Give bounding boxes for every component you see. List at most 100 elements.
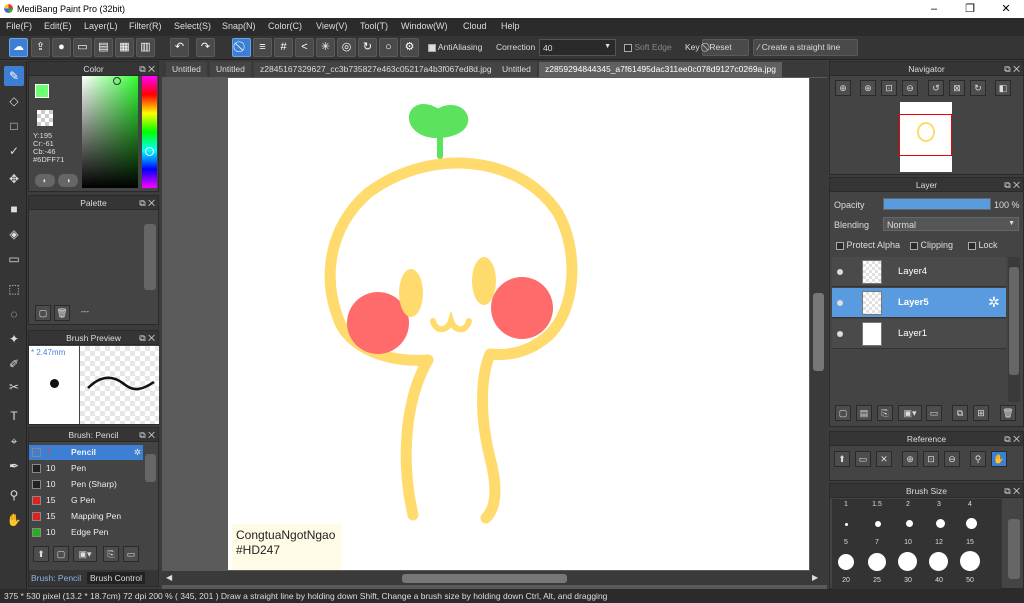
- merge-layer-icon[interactable]: ⊞: [973, 405, 989, 421]
- menu-snap[interactable]: Snap(N): [222, 21, 256, 31]
- eraser-tool-icon[interactable]: ◇: [4, 91, 24, 111]
- add-palette-icon[interactable]: ▢: [35, 305, 51, 321]
- flip-icon[interactable]: ◧: [995, 80, 1011, 96]
- brush-tool-icon[interactable]: ✎: [4, 66, 24, 86]
- straight-line-button[interactable]: ⁄ Create a straight line: [753, 39, 858, 56]
- brush-menu-icon[interactable]: ▣▾: [73, 546, 97, 562]
- chat-icon[interactable]: ▭: [73, 38, 92, 57]
- gradient-icon[interactable]: ▭: [4, 249, 24, 269]
- size-dot[interactable]: [898, 552, 917, 571]
- doc-tab[interactable]: z2845167329627_cc3b735827e463c05217a4b3f…: [254, 62, 498, 77]
- panel-controls-icon[interactable]: ⧉ ✕: [139, 196, 155, 210]
- brush-item-edge-pen[interactable]: 10 Edge Pen: [29, 525, 143, 537]
- drawing-canvas[interactable]: CongtuaNgotNgao #HD247: [228, 78, 809, 570]
- text-tool-icon[interactable]: T: [4, 406, 24, 426]
- reference-upload-icon[interactable]: ⬆: [834, 451, 850, 467]
- menu-file[interactable]: File(F): [6, 21, 32, 31]
- reference-zoom-in-icon[interactable]: ⊕: [902, 451, 918, 467]
- doc-tab[interactable]: Untitled: [496, 62, 537, 77]
- reset-button[interactable]: ⃠ Reset: [702, 39, 749, 56]
- menu-cloud[interactable]: Cloud: [463, 21, 487, 31]
- comment-icon[interactable]: ●: [52, 38, 71, 57]
- reference-zoom-out-icon[interactable]: ⊖: [944, 451, 960, 467]
- panel-controls-icon[interactable]: ⧉ ✕: [139, 62, 155, 76]
- transparent-color-icon[interactable]: [37, 110, 53, 126]
- color-mode-icon[interactable]: ◑: [58, 174, 78, 187]
- opacity-slider[interactable]: [883, 198, 991, 210]
- add-brush-icon[interactable]: ⬆: [33, 546, 49, 562]
- delete-palette-icon[interactable]: 🗑: [54, 305, 70, 321]
- vertical-scrollbar[interactable]: [810, 78, 827, 571]
- menu-view[interactable]: View(V): [316, 21, 347, 31]
- zoom-out-icon[interactable]: ⊖: [902, 80, 918, 96]
- layer-menu-icon[interactable]: ▣▾: [898, 405, 922, 421]
- gear-icon[interactable]: ✲: [134, 445, 141, 460]
- size-dot[interactable]: [868, 553, 886, 571]
- snap-radial-icon[interactable]: ✳: [316, 38, 335, 57]
- menu-layer[interactable]: Layer(L): [84, 21, 118, 31]
- doc-tab[interactable]: Untitled: [210, 62, 251, 77]
- panel-controls-icon[interactable]: ⧉ ✕: [139, 331, 155, 345]
- hue-slider[interactable]: [142, 76, 157, 188]
- pen-tool-icon[interactable]: ✒: [4, 456, 24, 476]
- size-dot[interactable]: [966, 518, 977, 529]
- brush-item-pen-sharp[interactable]: 10 Pen (Sharp): [29, 477, 143, 492]
- reset-rotate-icon[interactable]: ⊠: [949, 80, 965, 96]
- tab-brush-pencil[interactable]: Brush: Pencil: [31, 573, 81, 583]
- snap-parallel-icon[interactable]: ≡: [253, 38, 272, 57]
- antialiasing-checkbox[interactable]: [428, 43, 436, 52]
- fit-icon[interactable]: ⊡: [881, 80, 897, 96]
- magic-wand-icon[interactable]: ✦: [4, 329, 24, 349]
- new-brush-icon[interactable]: ▢: [53, 546, 69, 562]
- select-eraser-icon[interactable]: ✂: [4, 377, 24, 397]
- reference-hand-icon[interactable]: ✋: [991, 451, 1007, 467]
- new-layer-icon[interactable]: ▢: [835, 405, 851, 421]
- undo-icon[interactable]: ↶: [170, 38, 189, 57]
- brush-item-mapping-pen[interactable]: 15 Mapping Pen: [29, 509, 143, 524]
- panel-controls-icon[interactable]: ⧉ ✕: [1004, 178, 1020, 192]
- scroll-right-icon[interactable]: ▶: [812, 573, 818, 582]
- reference-close-icon[interactable]: ✕: [876, 451, 892, 467]
- eyedropper-icon[interactable]: ⚲: [4, 485, 24, 505]
- tab-brush-control[interactable]: Brush Control: [87, 572, 145, 584]
- rotate-left-icon[interactable]: ↺: [928, 80, 944, 96]
- maximize-button[interactable]: ❐: [952, 0, 988, 18]
- snap-settings-icon[interactable]: ⚙: [400, 38, 419, 57]
- layer-folder-icon[interactable]: ▭: [926, 405, 942, 421]
- panel-controls-icon[interactable]: ⧉ ✕: [1004, 432, 1020, 446]
- visibility-eye-icon[interactable]: [837, 269, 843, 275]
- cloud-icon[interactable]: ☁: [9, 38, 28, 57]
- scroll-left-icon[interactable]: ◀: [166, 573, 172, 582]
- new-halftone-layer-icon[interactable]: ▤: [856, 405, 872, 421]
- soft-edge-checkbox[interactable]: [624, 43, 632, 52]
- document-icon[interactable]: ▤: [94, 38, 113, 57]
- dot-tool-icon[interactable]: □: [4, 116, 24, 136]
- size-dot[interactable]: [929, 552, 948, 571]
- folder-icon[interactable]: ▭: [123, 546, 139, 562]
- move-tool-icon[interactable]: ✥: [4, 169, 24, 189]
- snap-grid-icon[interactable]: #: [274, 38, 293, 57]
- visibility-eye-icon[interactable]: [837, 300, 843, 306]
- snap-ring-icon[interactable]: ○: [379, 38, 398, 57]
- fill-rect-icon[interactable]: ■: [4, 199, 24, 219]
- panel-controls-icon[interactable]: ⧉ ✕: [1004, 484, 1020, 498]
- divide-tool-icon[interactable]: ⌖: [4, 431, 24, 451]
- minimize-button[interactable]: –: [916, 0, 952, 18]
- layer-scrollbar[interactable]: [1008, 257, 1020, 402]
- delete-layer-icon[interactable]: 🗑: [1000, 405, 1016, 421]
- menu-tool[interactable]: Tool(T): [360, 21, 388, 31]
- duplicate-layer-icon[interactable]: ⎘: [877, 405, 893, 421]
- size-dot[interactable]: [845, 523, 848, 526]
- correction-dropdown[interactable]: 40 ▼: [539, 39, 616, 56]
- close-button[interactable]: ✕: [988, 0, 1024, 18]
- bucket-icon[interactable]: ◈: [4, 224, 24, 244]
- lasso-icon[interactable]: ◌: [4, 304, 24, 324]
- menu-select[interactable]: Select(S): [174, 21, 211, 31]
- protect-alpha-checkbox[interactable]: [836, 241, 844, 250]
- size-dot[interactable]: [936, 519, 945, 528]
- zoom-in-2-icon[interactable]: ⊕: [860, 80, 876, 96]
- lock-checkbox[interactable]: [968, 241, 976, 250]
- vertical-scroll-thumb[interactable]: [813, 293, 824, 371]
- copy-brush-icon[interactable]: ⎘: [103, 546, 119, 562]
- rect-select-icon[interactable]: ⬚: [4, 279, 24, 299]
